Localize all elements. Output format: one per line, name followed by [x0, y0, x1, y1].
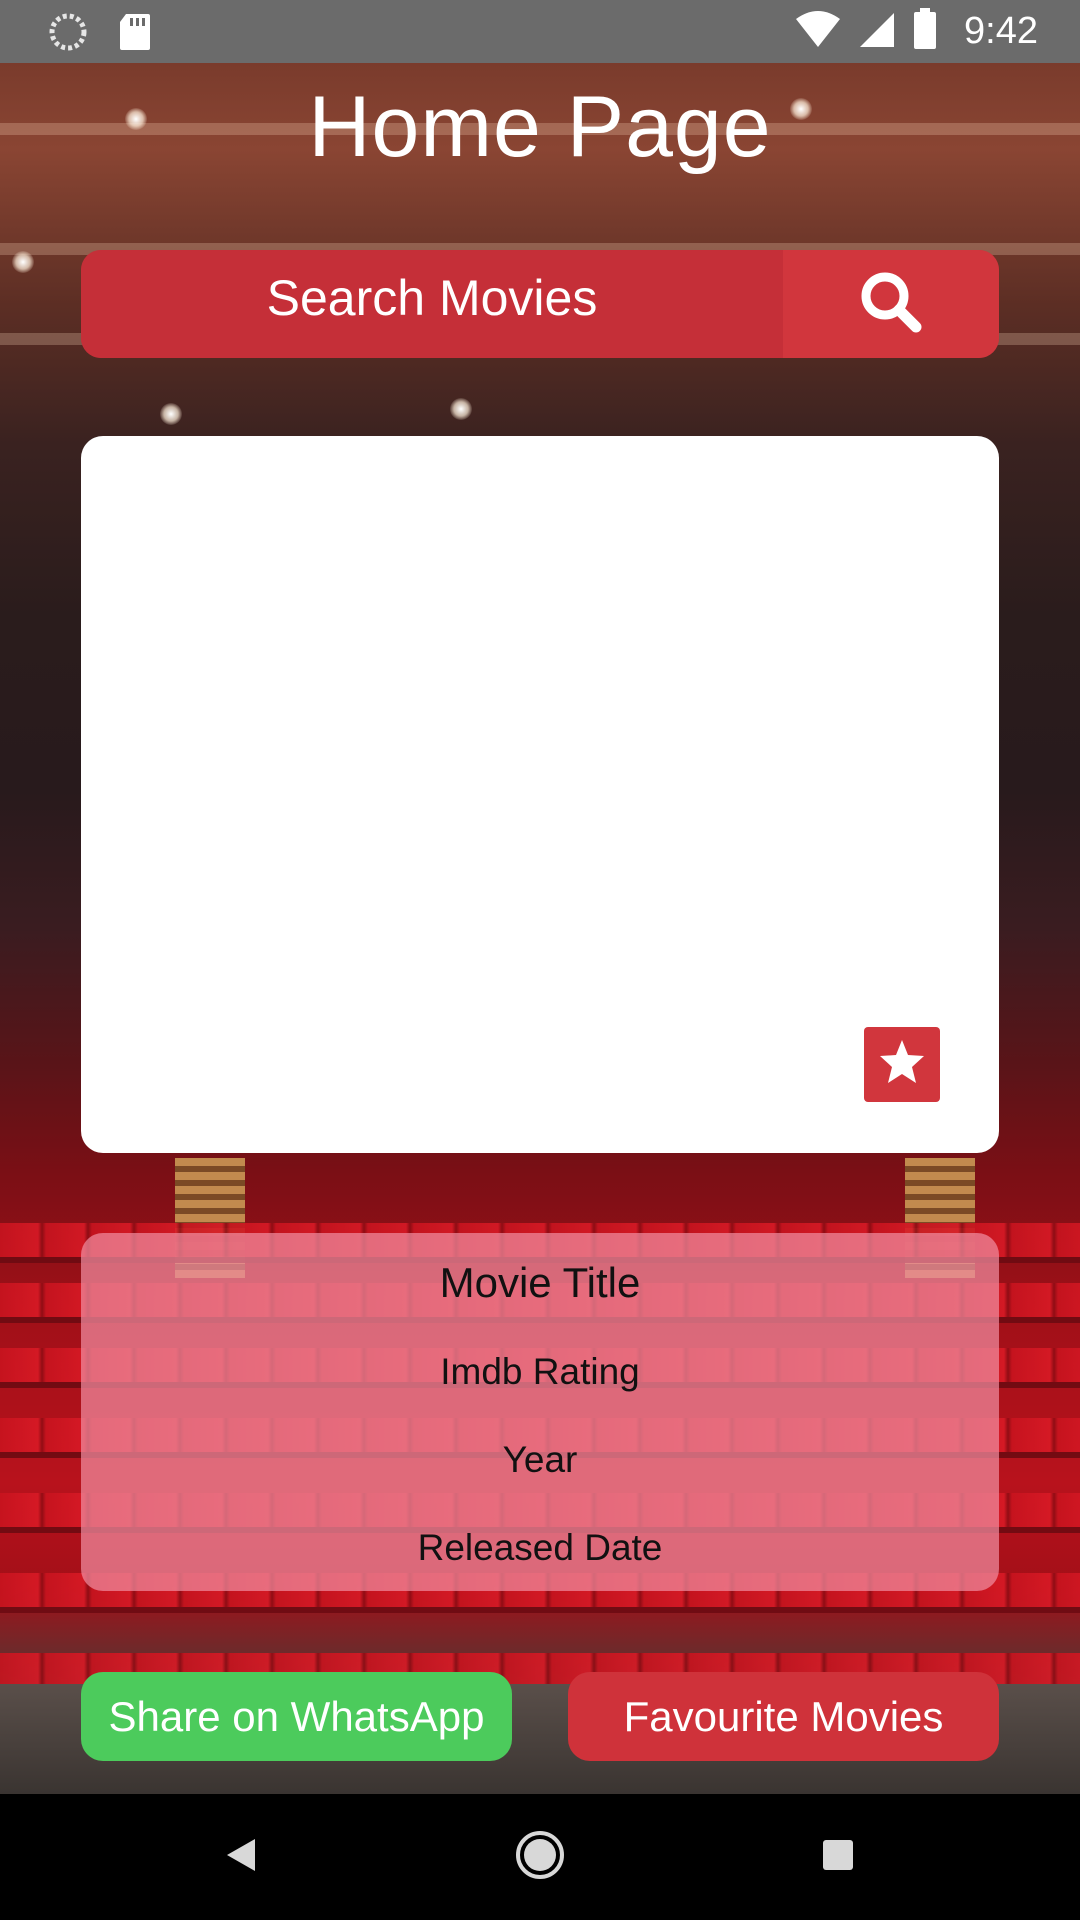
ceiling-light: [12, 251, 34, 273]
share-whatsapp-button[interactable]: Share on WhatsApp: [81, 1672, 512, 1761]
imdb-rating: Imdb Rating: [440, 1351, 640, 1392]
search-bar: [81, 250, 999, 358]
ceiling-light: [450, 398, 472, 420]
movie-title: Movie Title: [439, 1259, 641, 1306]
status-left-icons: [48, 12, 152, 57]
favourite-movies-button[interactable]: Favourite Movies: [568, 1672, 999, 1761]
status-time: 9:42: [964, 10, 1038, 52]
navigation-bar: [0, 1794, 1080, 1920]
search-input[interactable]: [81, 250, 783, 358]
search-icon: [858, 269, 924, 340]
home-button[interactable]: [507, 1824, 573, 1890]
back-icon: [221, 1835, 261, 1880]
released-date: Released Date: [417, 1527, 663, 1568]
sync-icon: [48, 12, 88, 57]
status-right-icons: 9:42: [794, 8, 1038, 55]
battery-icon: [912, 8, 938, 55]
movie-info-panel: Movie Title Imdb Rating Year Released Da…: [81, 1233, 999, 1591]
signal-icon: [858, 9, 896, 54]
wifi-icon: [794, 9, 842, 54]
sd-card-icon: [118, 12, 152, 57]
movie-year: Year: [502, 1439, 578, 1480]
favourite-toggle-button[interactable]: [864, 1027, 940, 1102]
star-icon: [877, 1037, 927, 1092]
ceiling-light: [160, 403, 182, 425]
status-bar: 9:42: [0, 0, 1080, 63]
page-title: Home Page: [308, 79, 772, 175]
recents-button[interactable]: [805, 1824, 871, 1890]
movie-poster-card: [81, 436, 999, 1153]
recents-icon: [818, 1835, 858, 1880]
back-button[interactable]: [208, 1824, 274, 1890]
home-icon: [513, 1828, 567, 1887]
search-button[interactable]: [783, 250, 999, 358]
